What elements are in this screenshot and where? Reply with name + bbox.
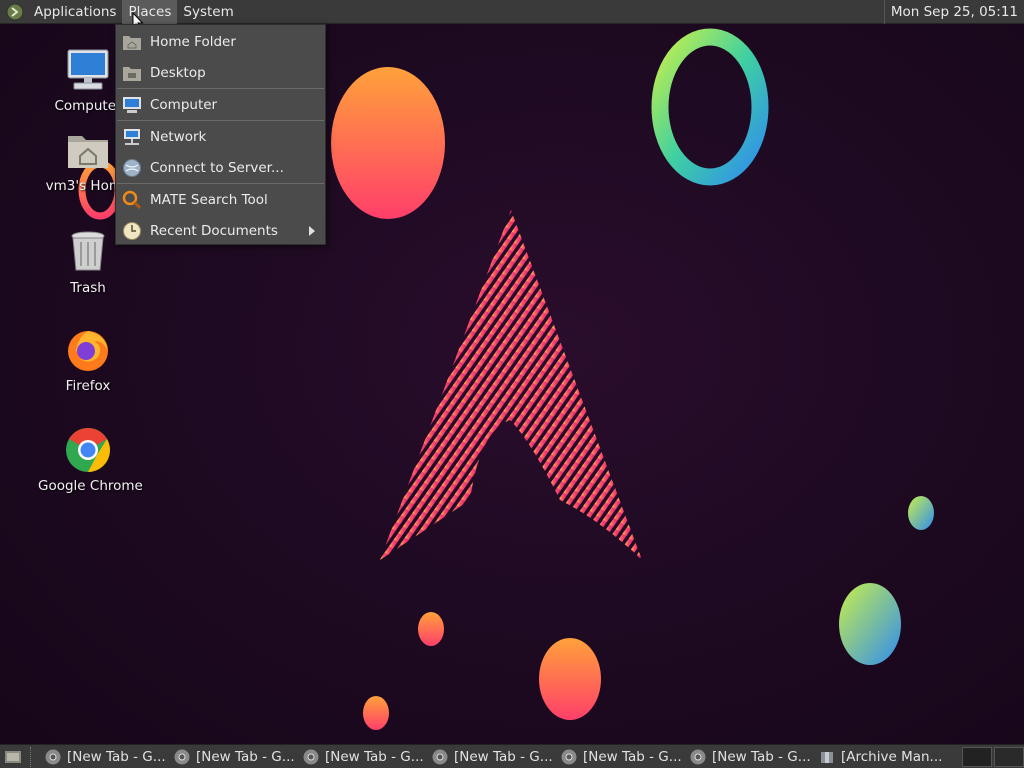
menu-item-label: Network <box>150 129 207 145</box>
computer-icon <box>67 49 109 90</box>
taskbar-item[interactable]: [New Tab - G... <box>41 746 167 768</box>
taskbar-item-label: [New Tab - G... <box>454 748 553 765</box>
clock[interactable]: Mon Sep 25, 05:11 <box>883 0 1024 24</box>
workspace-2[interactable] <box>994 747 1024 767</box>
taskbar-item[interactable]: [New Tab - G... <box>686 746 812 768</box>
globe-icon <box>122 158 142 178</box>
taskbar-item[interactable]: [New Tab - G... <box>170 746 296 768</box>
mate-logo-icon <box>6 3 24 20</box>
clock-icon <box>122 221 142 241</box>
menu-item-label: Home Folder <box>150 34 236 50</box>
home-folder-icon <box>68 136 108 168</box>
chrome-icon <box>66 428 110 472</box>
applications-menu[interactable]: Applications <box>28 0 122 24</box>
chrome-icon <box>432 749 448 764</box>
desktop-icon-label: Google Chrome <box>38 478 143 494</box>
taskbar-item-label: [Archive Man... <box>841 748 941 765</box>
bottom-taskbar: [New Tab - G... [New Tab - G... [New Tab… <box>0 744 1024 768</box>
top-panel: Applications Places System Mon Sep 25, 0… <box>0 0 1024 24</box>
menu-item-mate-search-tool[interactable]: MATE Search Tool <box>116 185 325 215</box>
firefox-icon <box>68 331 108 371</box>
archive-manager-icon <box>821 751 833 763</box>
menu-item-home-folder[interactable]: Home Folder <box>116 27 325 57</box>
taskbar-item-label: [New Tab - G... <box>67 748 166 765</box>
system-menu[interactable]: System <box>177 0 239 24</box>
places-dropdown: Home Folder Desktop Computer Network Con… <box>115 24 326 245</box>
taskbar-item[interactable]: [New Tab - G... <box>557 746 683 768</box>
computer-icon <box>122 95 142 115</box>
panel-handle[interactable] <box>30 746 37 767</box>
submenu-arrow-icon <box>309 226 315 236</box>
menu-item-connect-to-server[interactable]: Connect to Server... <box>116 153 325 183</box>
menu-item-recent-documents[interactable]: Recent Documents <box>116 216 325 246</box>
show-desktop-button[interactable] <box>2 746 24 768</box>
taskbar-item-label: [New Tab - G... <box>712 748 811 765</box>
chrome-icon <box>303 749 319 764</box>
menu-item-label: MATE Search Tool <box>150 192 268 208</box>
taskbar-item[interactable]: [Archive Man... <box>815 746 941 768</box>
taskbar-item-label: [New Tab - G... <box>325 748 424 765</box>
taskbar-item[interactable]: [New Tab - G... <box>428 746 554 768</box>
menu-item-desktop[interactable]: Desktop <box>116 58 325 88</box>
menu-separator <box>117 120 324 121</box>
taskbar-item[interactable]: [New Tab - G... <box>299 746 425 768</box>
taskbar-item-label: [New Tab - G... <box>583 748 682 765</box>
chrome-icon <box>45 749 61 764</box>
desktop-icon-label: Trash <box>70 280 106 296</box>
show-desktop-icon <box>5 750 21 763</box>
workspace-1[interactable] <box>962 747 992 767</box>
menu-item-network[interactable]: Network <box>116 122 325 152</box>
home-folder-icon <box>122 32 142 52</box>
menu-item-label: Desktop <box>150 65 206 81</box>
network-icon <box>122 127 142 147</box>
chrome-icon <box>690 749 706 764</box>
menu-item-label: Computer <box>150 97 218 113</box>
menu-item-computer[interactable]: Computer <box>116 90 325 120</box>
search-icon <box>122 190 142 210</box>
menu-item-label: Connect to Server... <box>150 160 284 176</box>
taskbar-item-label: [New Tab - G... <box>196 748 295 765</box>
desktop-icon-chrome[interactable]: Google Chrome <box>38 426 143 494</box>
places-menu-button[interactable]: Places <box>122 0 178 24</box>
menu-separator <box>117 183 324 184</box>
trash-icon <box>71 231 105 271</box>
desktop-folder-icon <box>122 63 142 83</box>
desktop-icon-firefox[interactable]: Firefox <box>38 326 138 394</box>
workspace-switcher <box>960 747 1024 767</box>
desktop-icon-label: Firefox <box>65 378 111 394</box>
menu-item-label: Recent Documents <box>150 223 278 239</box>
menu-separator <box>117 88 324 89</box>
chrome-icon <box>561 749 577 764</box>
chrome-icon <box>174 749 190 764</box>
